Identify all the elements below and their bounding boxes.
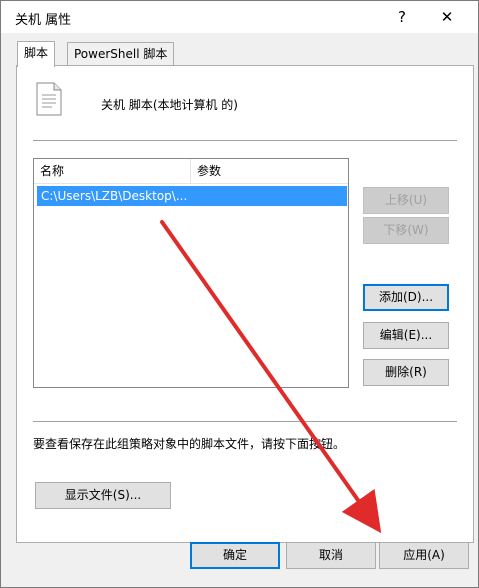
tab-powershell-scripts[interactable]: PowerShell 脚本 (67, 42, 175, 66)
add-button[interactable]: 添加(D)... (363, 284, 449, 311)
properties-dialog: 关机 属性 ? ✕ 脚本 PowerShell 脚本 关机 脚本(本地计算机 的… (0, 0, 479, 588)
scripts-list[interactable]: 名称 参数 C:\Users\LZB\Desktop\... (33, 158, 349, 388)
script-file-icon (36, 82, 62, 116)
window-title: 关机 属性 (15, 13, 72, 28)
column-header-params[interactable]: 参数 (191, 159, 347, 183)
tab-scripts[interactable]: 脚本 (17, 41, 56, 67)
column-header-name[interactable]: 名称 (34, 159, 191, 183)
close-button[interactable]: ✕ (432, 5, 462, 29)
show-files-button[interactable]: 显示文件(S)... (35, 482, 171, 509)
apply-button[interactable]: 应用(A) (379, 542, 469, 569)
remove-button[interactable]: 删除(R) (363, 359, 449, 386)
cancel-button[interactable]: 取消 (286, 542, 376, 569)
move-down-button[interactable]: 下移(W) (363, 217, 449, 244)
scripts-panel: 关机 脚本(本地计算机 的) 名称 参数 C:\Users\LZB\Deskto… (16, 65, 474, 543)
title-bar: 关机 属性 ? ✕ (1, 1, 478, 33)
scripts-header-label: 关机 脚本(本地计算机 的) (101, 98, 238, 112)
separator (33, 421, 457, 422)
help-button[interactable]: ? (387, 5, 417, 29)
list-header: 名称 参数 (34, 159, 348, 184)
list-item-name: C:\Users\LZB\Desktop\... (41, 189, 188, 203)
ok-button[interactable]: 确定 (190, 542, 280, 569)
edit-button[interactable]: 编辑(E)... (363, 322, 449, 349)
list-item[interactable]: C:\Users\LZB\Desktop\... (37, 186, 347, 206)
hint-text: 要查看保存在此组策略对象中的脚本文件，请按下面按钮。 (33, 437, 346, 451)
move-up-button[interactable]: 上移(U) (363, 187, 449, 214)
separator (33, 140, 457, 141)
